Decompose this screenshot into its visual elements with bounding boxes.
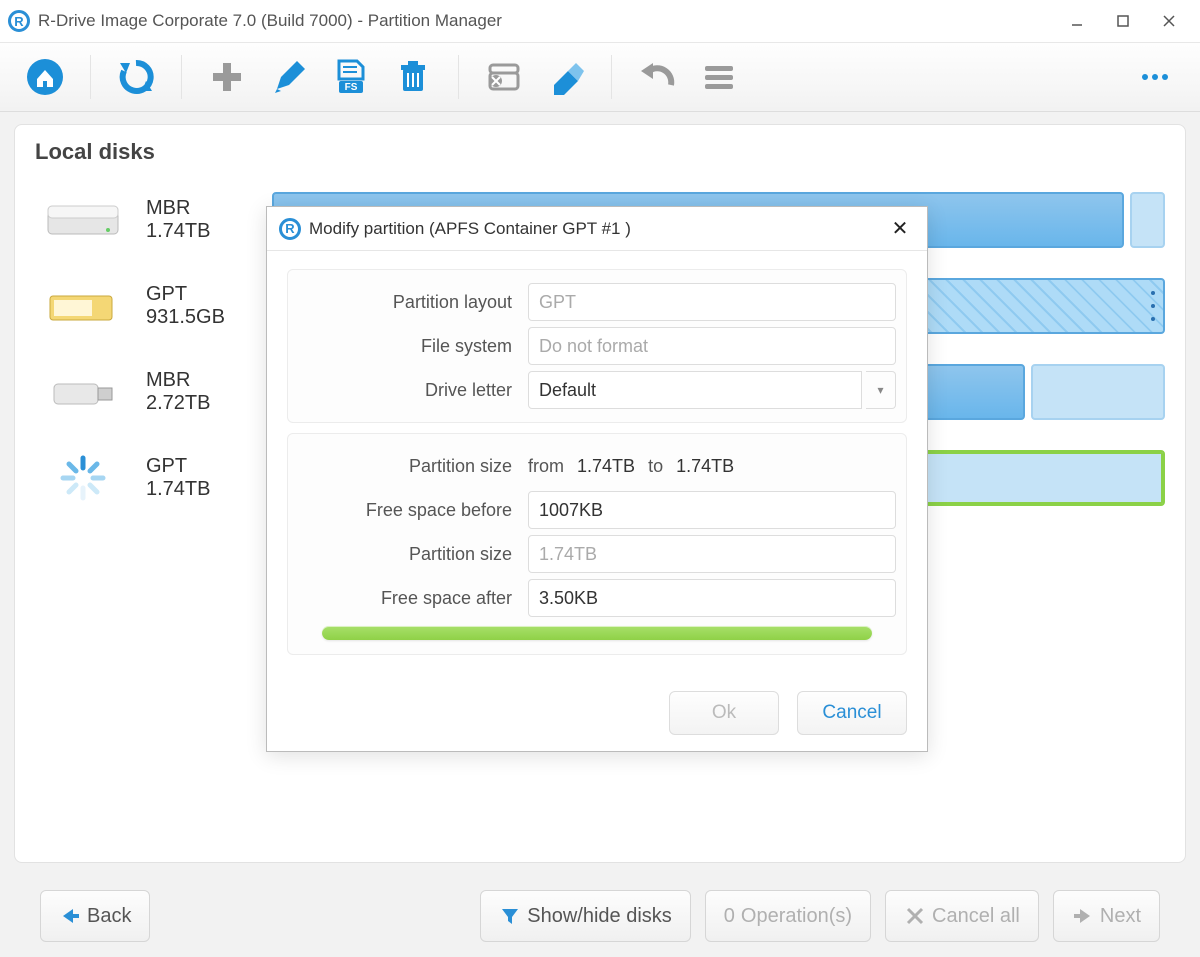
disk-labels: GPT 1.74TB [146, 455, 256, 501]
more-button[interactable] [1130, 52, 1180, 102]
loading-disk-icon [35, 448, 130, 508]
partition-size-range: from 1.74TB to 1.74TB [528, 456, 896, 477]
window-titlebar: R R-Drive Image Corporate 7.0 (Build 700… [0, 0, 1200, 42]
select-drive-letter[interactable] [528, 371, 862, 409]
disconnect-drive-button[interactable] [479, 52, 529, 102]
show-hide-disks-button[interactable]: Show/hide disks [480, 890, 691, 942]
back-button[interactable]: Back [40, 890, 150, 942]
dialog-body: Partition layout File system Drive lette… [267, 251, 927, 681]
footer-bar: Back Show/hide disks 0 Operation(s) Canc… [0, 875, 1200, 957]
dialog-actions: Ok Cancel [267, 681, 927, 751]
dialog-section-size: Partition size from 1.74TB to 1.74TB Fre… [287, 433, 907, 655]
window-minimize-button[interactable] [1054, 6, 1100, 36]
input-partition-size[interactable] [528, 535, 896, 573]
toolbar-separator [611, 55, 612, 99]
dialog-title-text: Modify partition (APFS Container GPT #1 … [309, 219, 885, 239]
partition-segment[interactable] [1031, 364, 1165, 420]
disk-labels: GPT 931.5GB [146, 283, 256, 329]
disk-size: 1.74TB [146, 478, 256, 501]
arrow-right-icon [1072, 905, 1094, 927]
dialog-titlebar: R Modify partition (APFS Container GPT #… [267, 207, 927, 251]
ssd-icon [35, 276, 130, 336]
menu-button[interactable] [694, 52, 744, 102]
toolbar-separator [181, 55, 182, 99]
toolbar-separator [90, 55, 91, 99]
disk-size: 931.5GB [146, 306, 256, 329]
input-free-before[interactable] [528, 491, 896, 529]
label-partition-layout: Partition layout [298, 292, 528, 313]
operations-button[interactable]: 0 Operation(s) [705, 890, 871, 942]
input-free-after[interactable] [528, 579, 896, 617]
ok-button[interactable]: Ok [669, 691, 779, 735]
disk-scheme: MBR [146, 369, 256, 392]
app-logo-icon: R [8, 10, 30, 32]
dialog-close-button[interactable]: ✕ [885, 214, 915, 244]
disk-scheme: GPT [146, 283, 256, 306]
svg-text:FS: FS [345, 82, 358, 93]
main-toolbar: FS [0, 42, 1200, 112]
close-icon [904, 905, 926, 927]
toolbar-separator [458, 55, 459, 99]
label-free-after: Free space after [298, 588, 528, 609]
label-partition-size-range: Partition size [298, 456, 528, 477]
delete-button[interactable] [388, 52, 438, 102]
panel-title: Local disks [35, 139, 1165, 165]
window-title: R-Drive Image Corporate 7.0 (Build 7000)… [38, 11, 1054, 31]
next-button[interactable]: Next [1053, 890, 1160, 942]
disk-scheme: MBR [146, 197, 256, 220]
disk-size: 1.74TB [146, 220, 256, 243]
app-logo-icon: R [279, 218, 301, 240]
input-partition-layout [528, 283, 896, 321]
chevron-down-icon[interactable]: ▾ [866, 371, 896, 409]
cancel-all-label: Cancel all [932, 905, 1020, 928]
show-hide-label: Show/hide disks [527, 905, 672, 928]
filesystem-button[interactable]: FS [326, 52, 376, 102]
label-partition-size: Partition size [298, 544, 528, 565]
partition-size-slider[interactable] [322, 626, 872, 640]
label-free-before: Free space before [298, 500, 528, 521]
arrow-left-icon [59, 905, 81, 927]
hdd-icon [35, 190, 130, 250]
modify-partition-dialog: R Modify partition (APFS Container GPT #… [266, 206, 928, 752]
next-label: Next [1100, 905, 1141, 928]
home-button[interactable] [20, 52, 70, 102]
disk-scheme: GPT [146, 455, 256, 478]
back-label: Back [87, 905, 131, 928]
dialog-section-layout: Partition layout File system Drive lette… [287, 269, 907, 423]
input-file-system [528, 327, 896, 365]
usb-drive-icon [35, 362, 130, 422]
window-close-button[interactable] [1146, 6, 1192, 36]
undo-button[interactable] [632, 52, 682, 102]
disk-labels: MBR 2.72TB [146, 369, 256, 415]
disk-labels: MBR 1.74TB [146, 197, 256, 243]
window-maximize-button[interactable] [1100, 6, 1146, 36]
edit-button[interactable] [264, 52, 314, 102]
operations-label: Operation(s) [741, 905, 852, 928]
disk-size: 2.72TB [146, 392, 256, 415]
cancel-all-button[interactable]: Cancel all [885, 890, 1039, 942]
filter-icon [499, 905, 521, 927]
refresh-button[interactable] [111, 52, 161, 102]
erase-button[interactable] [541, 52, 591, 102]
add-button[interactable] [202, 52, 252, 102]
partition-segment[interactable] [1130, 192, 1165, 248]
cancel-button[interactable]: Cancel [797, 691, 907, 735]
label-file-system: File system [298, 336, 528, 357]
operations-count: 0 [724, 905, 735, 928]
label-drive-letter: Drive letter [298, 380, 528, 401]
